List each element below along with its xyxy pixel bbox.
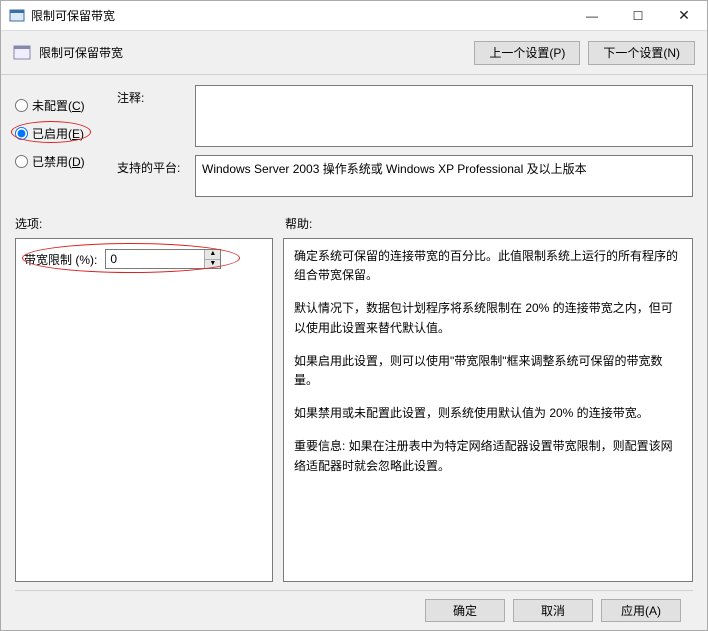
radio-label: 已禁用(D) <box>32 153 85 170</box>
cancel-button[interactable]: 取消 <box>513 599 593 622</box>
radio-enabled[interactable]: 已启用(E) <box>15 119 105 147</box>
bandwidth-limit-spinner[interactable]: ▲ ▼ <box>105 249 221 269</box>
subheader: 限制可保留带宽 上一个设置(P) 下一个设置(N) <box>1 31 707 75</box>
radio-label: 已启用(E) <box>32 125 84 142</box>
help-label: 帮助: <box>285 215 312 232</box>
spin-down-button[interactable]: ▼ <box>205 260 220 269</box>
bandwidth-limit-input[interactable] <box>106 250 204 268</box>
radio-not-configured[interactable]: 未配置(C) <box>15 91 105 119</box>
radio-disabled[interactable]: 已禁用(D) <box>15 147 105 175</box>
state-radio-group: 未配置(C) 已启用(E) 已禁用(D) <box>15 85 105 197</box>
radio-enabled-input[interactable] <box>15 127 28 140</box>
platform-label: 支持的平台: <box>117 155 185 197</box>
help-paragraph: 如果启用此设置，则可以使用"带宽限制"框来调整系统可保留的带宽数量。 <box>294 352 682 390</box>
policy-icon <box>13 44 31 62</box>
dialog-body: 未配置(C) 已启用(E) 已禁用(D) 注释: 支持的平 <box>1 75 707 630</box>
platform-text: Windows Server 2003 操作系统或 Windows XP Pro… <box>202 162 587 176</box>
minimize-button[interactable]: — <box>569 1 615 31</box>
window-title: 限制可保留带宽 <box>31 7 115 24</box>
titlebar: 限制可保留带宽 — ☐ ✕ <box>1 1 707 31</box>
options-panel: 带宽限制 (%): ▲ ▼ <box>15 238 273 582</box>
help-panel: 确定系统可保留的连接带宽的百分比。此值限制系统上运行的所有程序的组合带宽保留。 … <box>283 238 693 582</box>
help-paragraph: 默认情况下，数据包计划程序将系统限制在 20% 的连接带宽之内，但可以使用此设置… <box>294 299 682 337</box>
dialog-window: 限制可保留带宽 — ☐ ✕ 限制可保留带宽 上一个设置(P) 下一个设置(N) … <box>0 0 708 631</box>
policy-title: 限制可保留带宽 <box>39 44 123 61</box>
radio-not-configured-input[interactable] <box>15 99 28 112</box>
help-paragraph: 重要信息: 如果在注册表中为特定网络适配器设置带宽限制，则配置该网络适配器时就会… <box>294 437 682 475</box>
next-setting-button[interactable]: 下一个设置(N) <box>588 41 695 65</box>
apply-button[interactable]: 应用(A) <box>601 599 681 622</box>
radio-label: 未配置(C) <box>32 97 85 114</box>
bandwidth-limit-label: 带宽限制 (%): <box>24 251 97 268</box>
options-label: 选项: <box>15 215 285 232</box>
radio-disabled-input[interactable] <box>15 155 28 168</box>
spin-up-button[interactable]: ▲ <box>205 250 220 260</box>
ok-button[interactable]: 确定 <box>425 599 505 622</box>
dialog-footer: 确定 取消 应用(A) <box>15 590 693 630</box>
comment-label: 注释: <box>117 85 185 147</box>
app-icon <box>9 8 25 24</box>
help-paragraph: 确定系统可保留的连接带宽的百分比。此值限制系统上运行的所有程序的组合带宽保留。 <box>294 247 682 285</box>
previous-setting-button[interactable]: 上一个设置(P) <box>474 41 580 65</box>
maximize-button[interactable]: ☐ <box>615 1 661 31</box>
help-paragraph: 如果禁用或未配置此设置，则系统使用默认值为 20% 的连接带宽。 <box>294 404 682 423</box>
supported-platforms-box: Windows Server 2003 操作系统或 Windows XP Pro… <box>195 155 693 197</box>
close-button[interactable]: ✕ <box>661 1 707 31</box>
comment-textarea[interactable] <box>195 85 693 147</box>
